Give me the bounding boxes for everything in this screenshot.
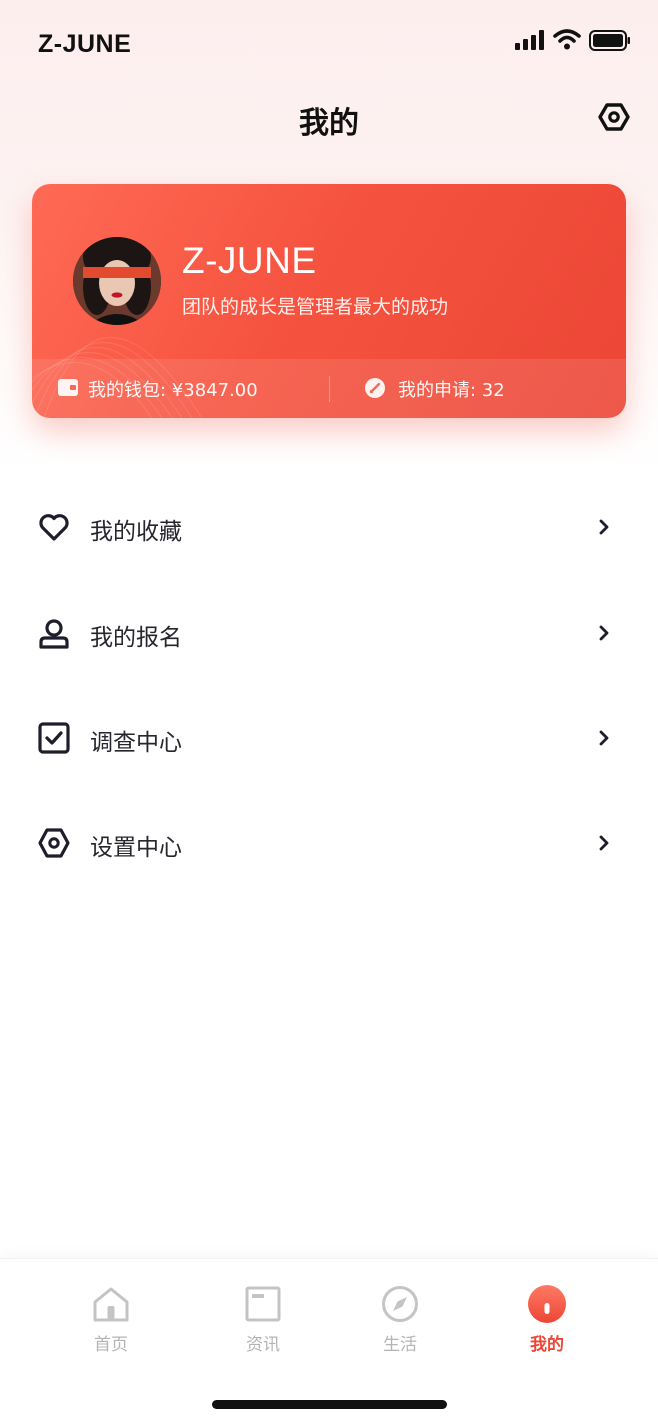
- chevron-right-icon: [599, 519, 609, 535]
- home-icon: [93, 1287, 129, 1322]
- stats-divider: [329, 376, 330, 402]
- application-count[interactable]: 我的申请: 32: [398, 376, 505, 402]
- user-icon: [39, 619, 69, 649]
- signal-icon: [515, 30, 547, 50]
- chevron-right-icon: [599, 625, 609, 641]
- avatar[interactable]: [73, 237, 161, 325]
- user-name: Z-JUNE: [182, 240, 317, 281]
- wifi-icon: [553, 29, 581, 50]
- menu-item-label: 我的收藏: [90, 519, 182, 545]
- application-icon: [365, 378, 385, 398]
- wallet-icon: [58, 379, 78, 396]
- page-title: 我的: [299, 106, 359, 141]
- menu-item-settings-center[interactable]: 设置中心: [0, 803, 658, 883]
- menu-item-label: 设置中心: [90, 835, 182, 861]
- wallet-balance[interactable]: 我的钱包: ¥3847.00: [88, 376, 258, 402]
- news-icon: [245, 1286, 281, 1322]
- menu-item-favorites[interactable]: 我的收藏: [0, 487, 658, 567]
- home-indicator: [212, 1400, 447, 1409]
- tab-label: 首页: [94, 1335, 128, 1355]
- card-stats-bar: 我的钱包: ¥3847.00 我的申请: 32: [32, 359, 626, 418]
- tab-label: 资讯: [246, 1335, 280, 1355]
- tab-label: 生活: [383, 1335, 417, 1355]
- heart-icon: [39, 514, 69, 541]
- menu-item-survey-center[interactable]: 调查中心: [0, 698, 658, 778]
- menu-item-label: 调查中心: [90, 730, 182, 756]
- checkbox-icon: [38, 722, 70, 754]
- tab-mine[interactable]: 我的: [497, 1284, 597, 1364]
- chevron-right-icon: [599, 835, 609, 851]
- menu-item-registrations[interactable]: 我的报名: [0, 593, 658, 673]
- settings-hex-icon: [38, 828, 70, 858]
- avatar-image: [73, 237, 161, 325]
- user-motto: 团队的成长是管理者最大的成功: [182, 296, 449, 318]
- tab-life[interactable]: 生活: [350, 1284, 450, 1364]
- profile-card[interactable]: Z-JUNE 团队的成长是管理者最大的成功 我的钱包: ¥3847.00 我的申…: [32, 184, 626, 418]
- tab-home[interactable]: 首页: [61, 1284, 161, 1364]
- profile-icon: [528, 1285, 566, 1323]
- compass-icon: [382, 1286, 418, 1322]
- menu-item-label: 我的报名: [90, 625, 182, 651]
- tab-label: 我的: [530, 1335, 564, 1355]
- chevron-right-icon: [599, 730, 609, 746]
- battery-icon: [589, 30, 630, 51]
- settings-icon[interactable]: [598, 101, 630, 133]
- tab-news[interactable]: 资讯: [213, 1284, 313, 1364]
- carrier-name: Z-JUNE: [38, 30, 132, 58]
- status-bar: Z-JUNE: [0, 0, 658, 88]
